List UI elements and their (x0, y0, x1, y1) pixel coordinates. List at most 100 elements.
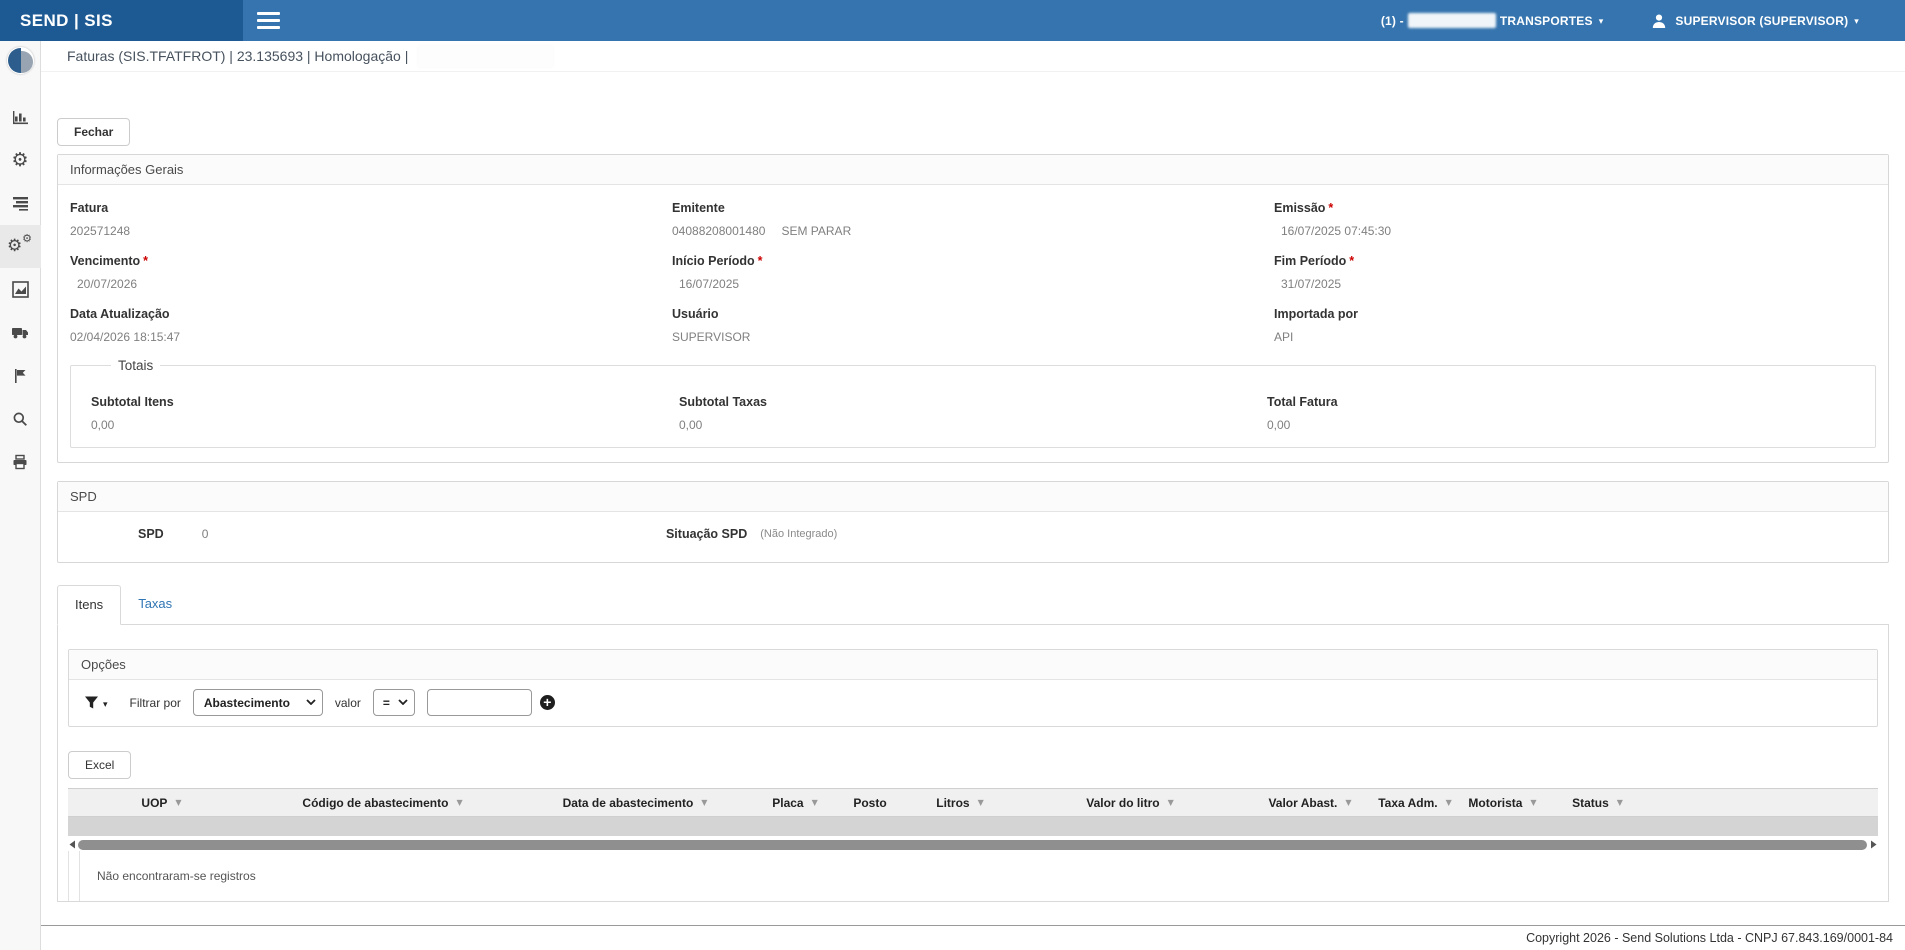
filter-menu-button[interactable]: ▾ (84, 695, 108, 710)
column-header-uop[interactable]: UOP▼ (68, 796, 255, 810)
field-emitente: Emitente 04088208001480 SEM PARAR (672, 201, 1274, 238)
user-name: SUPERVISOR (SUPERVISOR) (1675, 14, 1848, 28)
field-usuario: Usuário SUPERVISOR (672, 307, 1274, 344)
column-header-motorista[interactable]: Motorista ▼ (1460, 796, 1545, 810)
person-icon (1651, 13, 1667, 29)
field-label: Subtotal Taxas (679, 395, 1267, 409)
column-label: Motorista (1468, 796, 1522, 810)
redacted-breadcrumb-segment (418, 46, 553, 67)
field-label: Vencimento (70, 254, 140, 268)
column-header-valor-abast[interactable]: Valor Abast.▼ (1250, 796, 1370, 810)
sidebar-item-processes[interactable]: ⚙⚙ (0, 225, 41, 268)
flag-icon (12, 368, 28, 384)
sort-caret-icon: ▼ (456, 798, 462, 807)
field-label: Importada por (1274, 307, 1358, 321)
app-logo[interactable] (7, 47, 34, 74)
spd-panel-title: SPD (58, 482, 1888, 512)
close-button[interactable]: Fechar (57, 118, 130, 146)
field-importada-por: Importada por API (1274, 307, 1876, 344)
sidebar-item-reports[interactable] (0, 182, 41, 225)
spd-label: SPD (138, 527, 164, 541)
left-sidebar: ⚙ ⚙⚙ (0, 41, 41, 950)
organization-dropdown[interactable]: (1) - TRANSPORTES ▾ (1381, 13, 1604, 28)
sort-caret-icon: ▼ (175, 798, 181, 807)
filter-value-input[interactable] (427, 689, 532, 716)
org-prefix: (1) - (1381, 14, 1404, 28)
add-filter-icon[interactable]: + (540, 695, 555, 710)
totals-legend: Totais (111, 358, 160, 373)
column-label: Taxa Adm. (1378, 796, 1437, 810)
page-content: Fechar Informações Gerais Fatura 2025712… (41, 72, 1905, 917)
column-label: Valor Abast. (1268, 796, 1337, 810)
column-header-data-abastecimento[interactable]: Data de abastecimento▼ (510, 796, 760, 810)
sort-caret-icon: ▼ (1530, 798, 1536, 807)
funnel-icon (84, 695, 99, 710)
general-info-panel: Informações Gerais Fatura 202571248 Emit… (57, 154, 1889, 463)
spd-panel: SPD SPD 0 Situação SPD (Não Integrado) (57, 481, 1889, 563)
hamburger-menu-icon[interactable] (252, 7, 285, 35)
horizontal-scrollbar[interactable] (68, 838, 1878, 851)
field-value: API (1274, 330, 1293, 344)
column-header-litros[interactable]: Litros▼ (910, 796, 1010, 810)
bar-chart-icon (12, 109, 29, 126)
field-value: 20/07/2026 (77, 277, 137, 291)
sort-caret-icon: ▼ (812, 798, 818, 807)
field-label: Início Período (672, 254, 755, 268)
sidebar-item-dashboard[interactable] (0, 96, 41, 139)
field-data-atualizacao: Data Atualização 02/04/2026 18:15:47 (70, 307, 672, 344)
column-label: Litros (936, 796, 969, 810)
field-value: 0,00 (91, 418, 679, 432)
tab-content-panel: Opções ▾ Filtrar por Abastecimento (57, 624, 1889, 902)
column-header-placa[interactable]: Placa ▼ (760, 796, 830, 810)
sidebar-item-search[interactable] (0, 397, 41, 440)
field-value: 16/07/2025 (679, 277, 739, 291)
column-label: Placa (772, 796, 803, 810)
field-value: 02/04/2026 18:15:47 (70, 330, 180, 344)
column-header-valor-litro[interactable]: Valor do litro▼ (1010, 796, 1250, 810)
scroll-right-icon[interactable] (1870, 840, 1878, 849)
field-value: 202571248 (70, 224, 130, 238)
field-value-secondary: SEM PARAR (781, 224, 851, 238)
column-label: Data de abastecimento (563, 796, 694, 810)
filter-operator-select[interactable]: = (373, 689, 415, 716)
sidebar-item-settings[interactable]: ⚙ (0, 139, 41, 182)
tab-taxas[interactable]: Taxas (121, 585, 189, 625)
navbar-right: (1) - TRANSPORTES ▾ SUPERVISOR (SUPERVIS… (1381, 13, 1905, 29)
field-label: Data Atualização (70, 307, 170, 321)
sidebar-item-flags[interactable] (0, 354, 41, 397)
column-label: Valor do litro (1086, 796, 1159, 810)
sort-caret-icon: ▼ (1446, 798, 1452, 807)
filter-field-select[interactable]: Abastecimento (193, 689, 323, 716)
sidebar-item-analytics[interactable] (0, 268, 41, 311)
cogs-icon: ⚙⚙ (9, 236, 31, 258)
field-label: Emitente (672, 201, 725, 215)
options-panel: Opções ▾ Filtrar por Abastecimento (68, 649, 1878, 727)
excel-export-button[interactable]: Excel (68, 751, 131, 779)
field-value: SUPERVISOR (672, 330, 750, 344)
scroll-left-icon[interactable] (68, 840, 76, 849)
field-fim-periodo: Fim Período* 31/07/2025 (1274, 254, 1876, 291)
column-header-status[interactable]: Status▼ (1545, 796, 1650, 810)
app-brand: SEND | SIS (0, 0, 243, 41)
tab-itens[interactable]: Itens (57, 585, 121, 625)
field-value: 04088208001480 (672, 224, 765, 238)
spd-value: 0 (202, 527, 209, 541)
filter-by-label: Filtrar por (130, 696, 181, 710)
column-header-codigo-abastecimento[interactable]: Código de abastecimento▼ (255, 796, 510, 810)
empty-message: Não encontraram-se registros (80, 851, 256, 901)
field-value: 0,00 (679, 418, 1267, 432)
totals-fieldset: Totais Subtotal Itens 0,00 Subtotal Taxa… (70, 358, 1876, 448)
required-asterisk: * (758, 254, 763, 268)
field-subtotal-itens: Subtotal Itens 0,00 (91, 395, 679, 432)
general-info-panel-title: Informações Gerais (58, 155, 1888, 185)
scrollbar-thumb[interactable] (78, 840, 1867, 850)
column-header-posto: Posto (830, 796, 910, 810)
field-inicio-periodo: Início Período* 16/07/2025 (672, 254, 1274, 291)
user-dropdown[interactable]: SUPERVISOR (SUPERVISOR) ▾ (1651, 13, 1859, 29)
sidebar-item-fleet[interactable] (0, 311, 41, 354)
column-header-taxa-adm[interactable]: Taxa Adm. ▼ (1370, 796, 1460, 810)
situacao-spd-label: Situação SPD (666, 527, 747, 541)
field-value: 0,00 (1267, 418, 1855, 432)
field-label: Total Fatura (1267, 395, 1855, 409)
sidebar-item-print[interactable] (0, 440, 41, 483)
